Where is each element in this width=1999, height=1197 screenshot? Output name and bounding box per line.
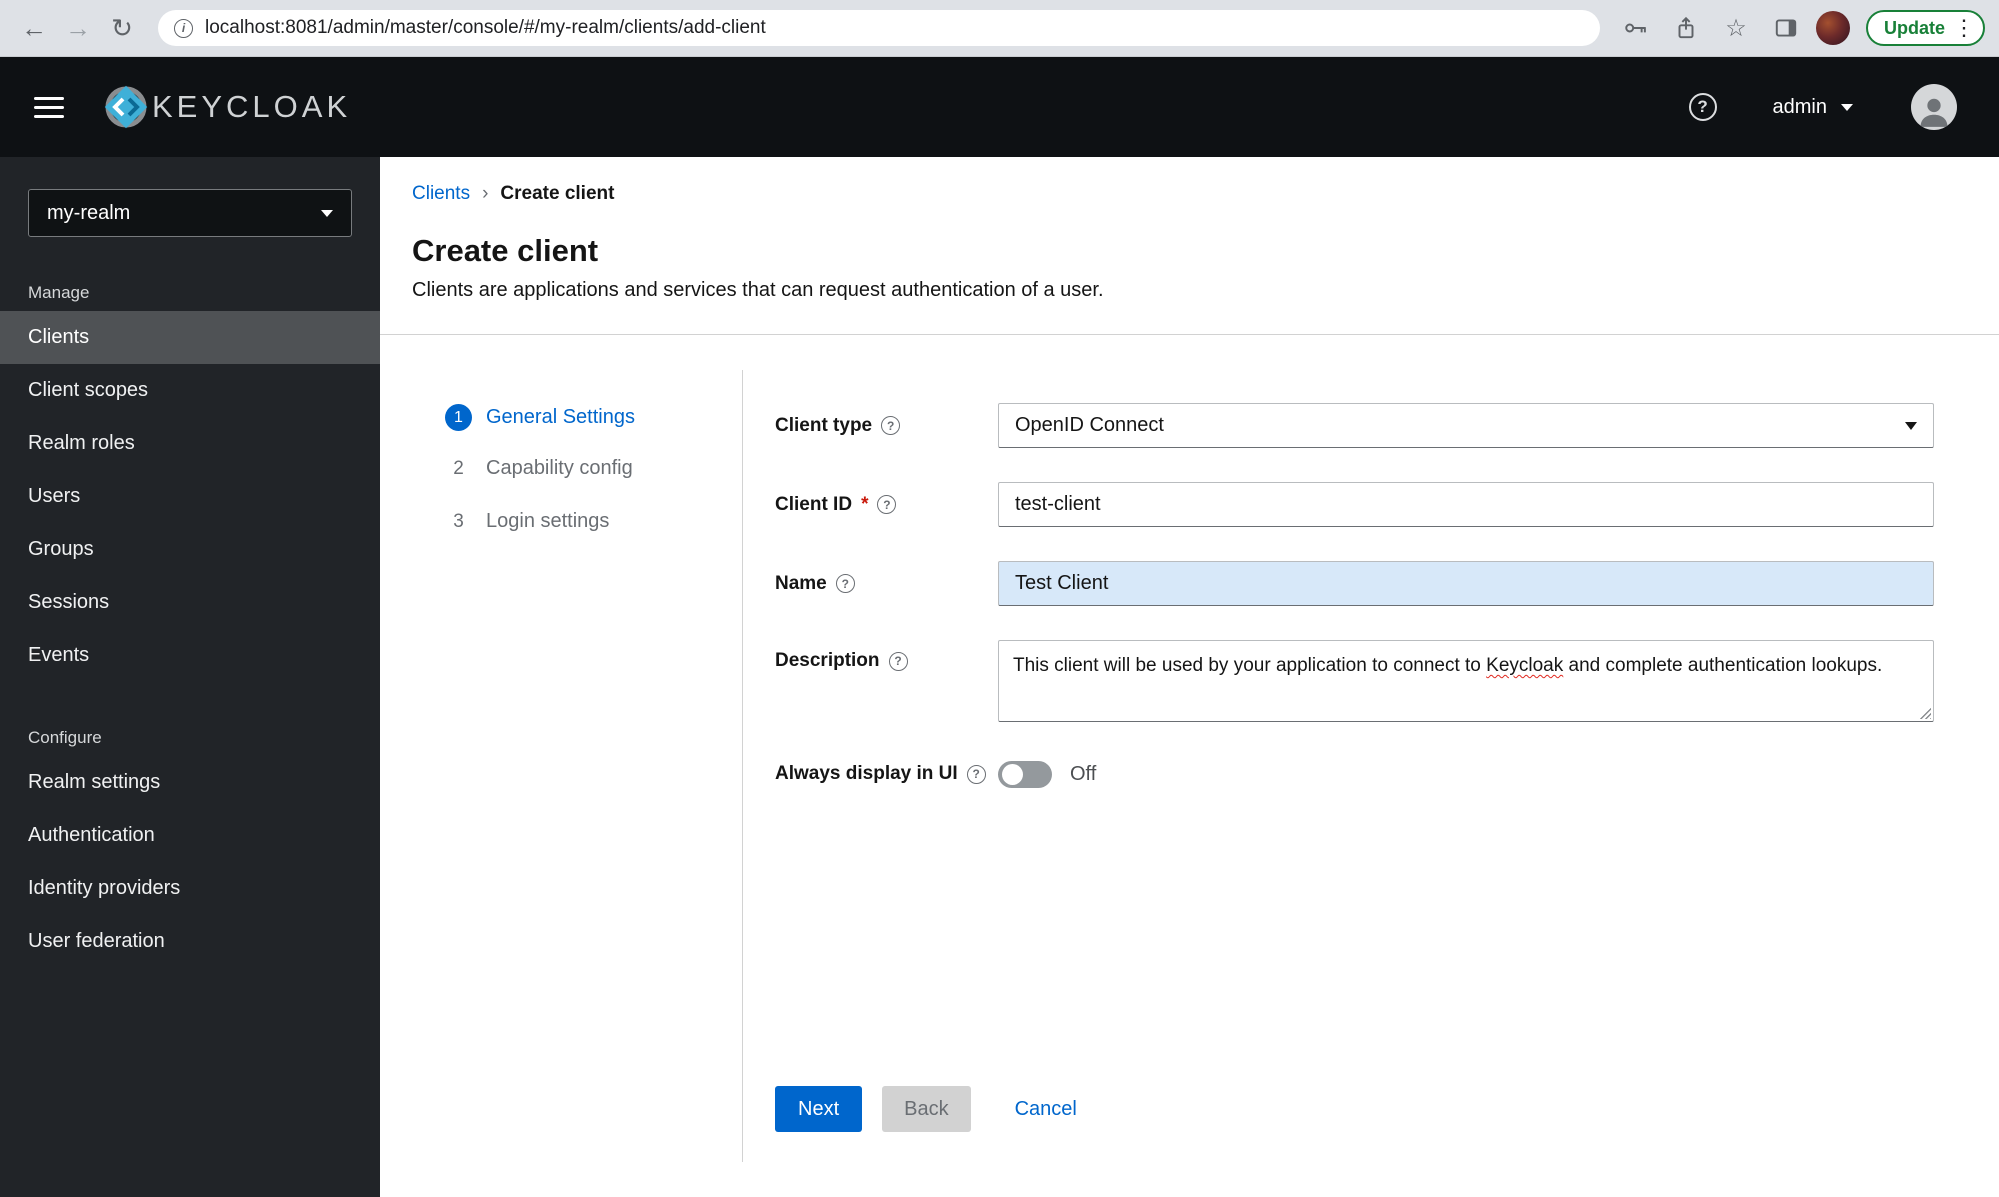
wizard-divider bbox=[742, 370, 743, 1162]
screen: ← → ↻ i localhost:8081/admin/master/cons… bbox=[0, 0, 1999, 1197]
sidebar-item-users[interactable]: Users bbox=[0, 470, 380, 523]
step-label: Capability config bbox=[486, 457, 633, 479]
brand-name: KEYCLOAK bbox=[152, 89, 352, 124]
sidebar-item-identity-providers[interactable]: Identity providers bbox=[0, 862, 380, 915]
client-type-label: Client type ? bbox=[775, 415, 998, 437]
sidebar-item-clients[interactable]: Clients bbox=[0, 311, 380, 364]
name-input[interactable] bbox=[998, 561, 1934, 606]
browser-toolbar: ← → ↻ i localhost:8081/admin/master/cons… bbox=[0, 0, 1999, 57]
page-subtitle: Clients are applications and services th… bbox=[412, 279, 1104, 301]
step-number: 3 bbox=[453, 510, 464, 532]
forward-icon[interactable]: → bbox=[58, 8, 98, 48]
toggle-state-label: Off bbox=[1070, 762, 1097, 785]
user-name: admin bbox=[1772, 95, 1827, 118]
back-icon[interactable]: ← bbox=[14, 8, 54, 48]
page-title: Create client bbox=[412, 233, 599, 268]
divider bbox=[380, 334, 1999, 335]
keycloak-logo-icon bbox=[104, 85, 148, 129]
nav-section-configure: Configure bbox=[28, 728, 102, 747]
client-type-value: OpenID Connect bbox=[1015, 414, 1164, 436]
chevron-down-icon bbox=[321, 209, 333, 217]
breadcrumb: Clients › Create client bbox=[412, 183, 614, 205]
keycloak-logo[interactable]: KEYCLOAK bbox=[102, 83, 351, 131]
side-panel-icon[interactable] bbox=[1766, 8, 1806, 48]
update-label: Update bbox=[1883, 17, 1945, 38]
label-text: Name bbox=[775, 572, 827, 594]
sidebar: my-realm Manage Clients Client scopes Re… bbox=[0, 157, 380, 1197]
chevron-down-icon bbox=[1841, 103, 1853, 111]
chevron-down-icon bbox=[1905, 421, 1917, 430]
help-icon[interactable]: ? bbox=[881, 416, 901, 435]
hamburger-menu-icon[interactable] bbox=[34, 96, 64, 118]
help-icon[interactable]: ? bbox=[1688, 93, 1717, 121]
nav-section-manage: Manage bbox=[28, 283, 90, 302]
label-text: Client ID bbox=[775, 493, 853, 515]
client-id-label: Client ID * ? bbox=[775, 494, 998, 516]
form-row-always-display: Always display in UI ? Off bbox=[775, 754, 1934, 794]
misspelled-word: Keycloak bbox=[1486, 655, 1564, 676]
url-text: localhost:8081/admin/master/console/#/my… bbox=[205, 17, 766, 38]
step-label: General Settings bbox=[486, 406, 635, 428]
kebab-menu-icon[interactable]: ⋮ bbox=[1953, 17, 1975, 39]
form-row-client-type: Client type ? OpenID Connect bbox=[775, 403, 1934, 448]
label-text: Client type bbox=[775, 414, 873, 436]
browser-profile-avatar[interactable] bbox=[1815, 11, 1850, 45]
chevron-right-icon: › bbox=[482, 183, 489, 204]
bookmark-star-icon[interactable]: ☆ bbox=[1716, 8, 1756, 48]
always-display-label: Always display in UI ? bbox=[775, 763, 998, 785]
step-number-badge: 1 bbox=[445, 404, 472, 431]
form-row-name: Name ? bbox=[775, 561, 1934, 606]
browser-actions: ☆ Update ⋮ bbox=[1616, 8, 1985, 48]
description-label: Description ? bbox=[775, 640, 998, 672]
name-label: Name ? bbox=[775, 573, 998, 595]
client-type-select[interactable]: OpenID Connect bbox=[998, 403, 1934, 448]
sidebar-item-user-federation[interactable]: User federation bbox=[0, 915, 380, 968]
wizard-step-login-settings[interactable]: 3 Login settings bbox=[445, 510, 609, 533]
description-text: and complete authentication lookups. bbox=[1563, 655, 1883, 676]
user-menu[interactable]: admin bbox=[1773, 96, 1853, 119]
sidebar-item-events[interactable]: Events bbox=[0, 629, 380, 682]
label-text: Description bbox=[775, 650, 880, 671]
sidebar-item-realm-settings[interactable]: Realm settings bbox=[0, 756, 380, 809]
sidebar-item-groups[interactable]: Groups bbox=[0, 523, 380, 576]
breadcrumb-current: Create client bbox=[500, 183, 615, 204]
step-label: Login settings bbox=[486, 510, 610, 532]
sidebar-item-authentication[interactable]: Authentication bbox=[0, 809, 380, 862]
client-id-input[interactable] bbox=[998, 482, 1934, 527]
description-text: This client will be used by your applica… bbox=[1013, 655, 1487, 676]
password-key-icon[interactable] bbox=[1616, 8, 1656, 48]
help-icon[interactable]: ? bbox=[966, 764, 986, 784]
next-button[interactable]: Next bbox=[775, 1086, 863, 1132]
toggle-knob bbox=[1002, 763, 1023, 785]
form-row-description: Description ? This client will be used b… bbox=[775, 640, 1934, 722]
help-icon[interactable]: ? bbox=[835, 574, 855, 593]
label-text: Always display in UI bbox=[775, 763, 958, 784]
wizard-step-capability-config[interactable]: 2 Capability config bbox=[445, 457, 633, 480]
url-bar[interactable]: i localhost:8081/admin/master/console/#/… bbox=[158, 10, 1600, 46]
sidebar-item-sessions[interactable]: Sessions bbox=[0, 576, 380, 629]
help-icon[interactable]: ? bbox=[888, 651, 908, 671]
site-info-icon[interactable]: i bbox=[174, 18, 193, 38]
sidebar-item-client-scopes[interactable]: Client scopes bbox=[0, 364, 380, 417]
realm-selector[interactable]: my-realm bbox=[28, 189, 352, 237]
update-button[interactable]: Update ⋮ bbox=[1865, 10, 1985, 46]
realm-name: my-realm bbox=[47, 201, 131, 224]
wizard-actions: Next Back Cancel bbox=[775, 1086, 1934, 1132]
description-textarea[interactable]: This client will be used by your applica… bbox=[998, 640, 1934, 722]
reload-icon[interactable]: ↻ bbox=[102, 8, 142, 48]
cancel-button[interactable]: Cancel bbox=[1015, 1086, 1077, 1132]
main-content: Clients › Create client Create client Cl… bbox=[380, 157, 1999, 1197]
share-icon[interactable] bbox=[1666, 8, 1706, 48]
step-number: 2 bbox=[453, 457, 464, 479]
breadcrumb-clients-link[interactable]: Clients bbox=[412, 183, 470, 205]
sidebar-item-realm-roles[interactable]: Realm roles bbox=[0, 417, 380, 470]
back-button[interactable]: Back bbox=[882, 1086, 971, 1132]
form-row-client-id: Client ID * ? bbox=[775, 482, 1934, 527]
user-avatar[interactable] bbox=[1911, 84, 1957, 130]
always-display-toggle[interactable] bbox=[998, 760, 1052, 788]
required-indicator: * bbox=[861, 493, 869, 515]
app-header: KEYCLOAK ? admin bbox=[0, 57, 1999, 157]
help-icon[interactable]: ? bbox=[877, 495, 897, 514]
wizard-step-general-settings[interactable]: 1 General Settings bbox=[445, 404, 635, 431]
